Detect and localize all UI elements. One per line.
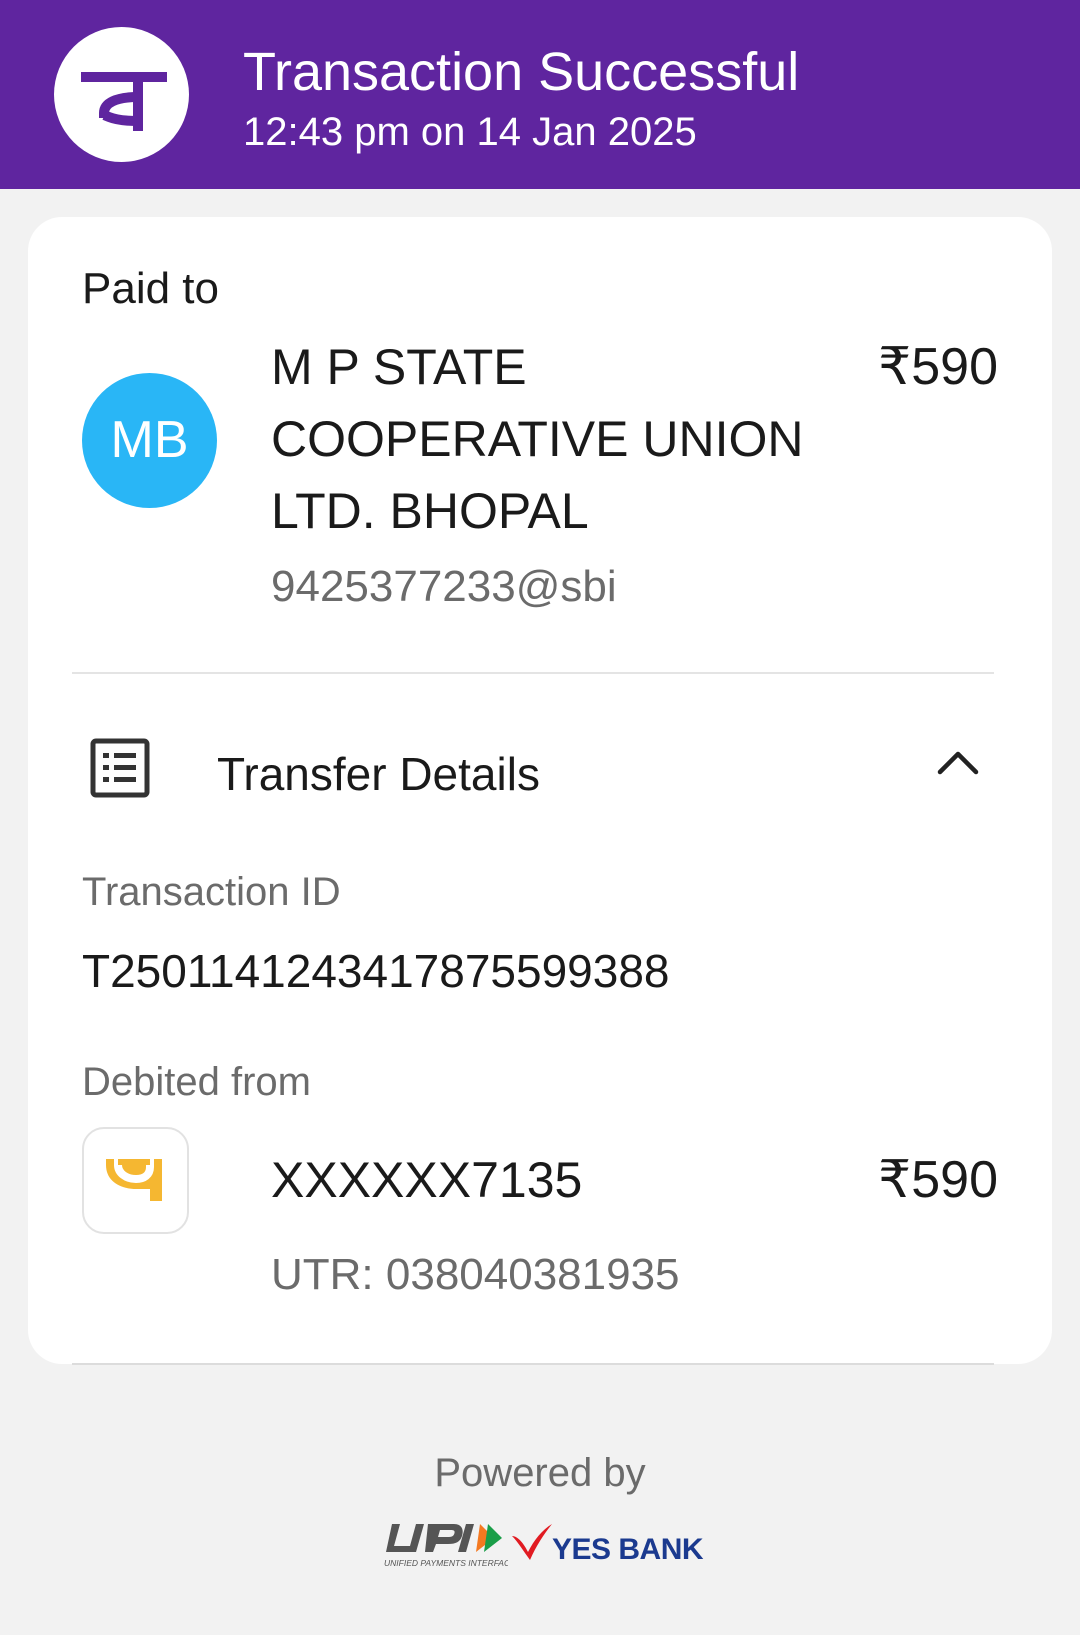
transaction-id-value: T2501141243417875599388: [82, 945, 670, 997]
debited-amount: ₹590: [878, 1151, 998, 1209]
yes-bank-logo: YES BANK: [552, 1533, 704, 1566]
header-bar: Transaction Successful 12:43 pm on 14 Ja…: [0, 0, 1080, 189]
paid-to-label: Paid to: [82, 264, 219, 313]
transfer-details-title[interactable]: Transfer Details: [217, 745, 540, 803]
transaction-id-label: Transaction ID: [82, 870, 341, 914]
transaction-status-title: Transaction Successful: [243, 42, 800, 102]
phonepe-logo-icon: [54, 27, 189, 162]
divider: [72, 672, 994, 674]
utr-number: UTR: 038040381935: [271, 1250, 680, 1299]
chevron-up-icon[interactable]: [936, 747, 980, 782]
transaction-datetime: 12:43 pm on 14 Jan 2025: [243, 110, 697, 154]
debited-from-label: Debited from: [82, 1060, 311, 1104]
debit-account-number: XXXXXX7135: [271, 1152, 583, 1208]
receipt-list-icon: [89, 737, 151, 804]
transaction-card: Paid to MB M P STATE COOPERATIVE UNION L…: [28, 217, 1052, 1364]
divider: [72, 1363, 994, 1365]
payee-upi-id: 9425377233@sbi: [271, 562, 617, 611]
powered-by-label: Powered by: [434, 1451, 646, 1495]
payee-name: M P STATE COOPERATIVE UNION LTD. BHOPAL: [271, 339, 804, 539]
upi-subtext: UNIFIED PAYMENTS INTERFACE: [384, 1558, 508, 1568]
upi-logo: UNIFIED PAYMENTS INTERFACE: [384, 1520, 516, 1575]
yes-bank-tick-icon: [510, 1520, 554, 1569]
pnb-bank-logo-icon: [82, 1127, 189, 1234]
payee-avatar: MB: [82, 373, 217, 508]
paid-amount: ₹590: [878, 338, 998, 396]
